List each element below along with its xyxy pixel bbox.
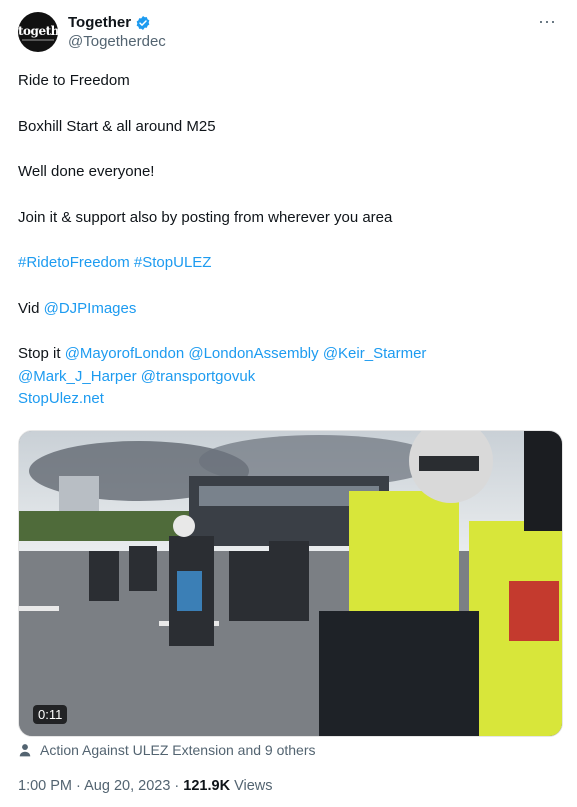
video-frame bbox=[19, 431, 562, 736]
author-block: Together @Togetherdec bbox=[68, 14, 166, 52]
author-handle[interactable]: @Togetherdec bbox=[68, 32, 166, 52]
person-icon bbox=[19, 744, 31, 757]
tweet-date[interactable]: Aug 20, 2023 bbox=[84, 778, 170, 794]
mention-link[interactable]: @LondonAssembly bbox=[188, 345, 318, 362]
author-name-row[interactable]: Together bbox=[68, 14, 151, 32]
vid-prefix: Vid bbox=[18, 299, 40, 317]
tweet-line: Join it & support also by posting from w… bbox=[18, 208, 393, 226]
tagged-users-text[interactable]: Action Against ULEZ Extension and 9 othe… bbox=[40, 742, 316, 758]
external-link[interactable]: StopUlez.net bbox=[18, 390, 104, 407]
external-link-line: StopUlez.net bbox=[18, 388, 563, 411]
avatar-logo-text: togethe bbox=[18, 24, 58, 38]
author-display-name[interactable]: Together bbox=[68, 14, 131, 32]
more-options-icon[interactable]: ··· bbox=[533, 12, 561, 34]
views-count: 121.9K bbox=[183, 778, 231, 794]
video-player[interactable]: 0:11 bbox=[18, 430, 563, 737]
mention-link[interactable]: @MayorofLondon bbox=[65, 345, 184, 362]
mention-link[interactable]: @transportgovuk bbox=[141, 368, 255, 385]
mention-link[interactable]: @DJPImages bbox=[44, 300, 137, 317]
road-marking bbox=[19, 606, 59, 611]
hashtag-link[interactable]: #StopULEZ bbox=[134, 254, 212, 271]
verified-badge-icon bbox=[136, 16, 150, 30]
tweet-meta: 1:00 PM · Aug 20, 2023 · 121.9K Views bbox=[18, 778, 273, 794]
tweet-line: Ride to Freedom bbox=[18, 72, 130, 89]
red-patch bbox=[509, 581, 559, 641]
meta-separator: · bbox=[76, 778, 81, 794]
video-duration: 0:11 bbox=[33, 705, 68, 724]
rider-jacket bbox=[319, 611, 479, 736]
stop-prefix: Stop it bbox=[18, 345, 61, 362]
helmet-visor bbox=[419, 456, 479, 471]
mention-link[interactable]: @Mark_J_Harper bbox=[18, 368, 137, 385]
meta-separator: · bbox=[174, 778, 180, 794]
tweet-time[interactable]: 1:00 PM bbox=[18, 778, 72, 794]
avatar-logo-line bbox=[22, 39, 54, 41]
avatar[interactable]: togethe bbox=[18, 12, 58, 52]
mentions-line: Stop it @MayorofLondon @LondonAssembly @… bbox=[18, 343, 563, 366]
blue-bike-tank bbox=[177, 571, 202, 611]
views-label: Views bbox=[234, 778, 273, 794]
hashtag-link[interactable]: #RidetoFreedom bbox=[18, 254, 130, 271]
hashtag-line: #RidetoFreedom #StopULEZ bbox=[18, 252, 563, 275]
dark-rider-right bbox=[524, 431, 562, 531]
vid-credit-line: Vid @DJPImages bbox=[18, 298, 563, 321]
tweet-header: togethe Together @Togetherdec ··· bbox=[18, 12, 563, 56]
helmet bbox=[173, 515, 195, 537]
tweet-line: Boxhill Start & all around M25 bbox=[18, 117, 216, 135]
mentions-line: @Mark_J_Harper @transportgovuk bbox=[18, 366, 563, 389]
tweet-text: Ride to Freedom Boxhill Start & all arou… bbox=[18, 70, 563, 411]
tagged-users[interactable]: Action Against ULEZ Extension and 9 othe… bbox=[18, 742, 316, 758]
mention-link[interactable]: @Keir_Starmer bbox=[323, 345, 427, 362]
tweet-line: Well done everyone! bbox=[18, 163, 155, 180]
